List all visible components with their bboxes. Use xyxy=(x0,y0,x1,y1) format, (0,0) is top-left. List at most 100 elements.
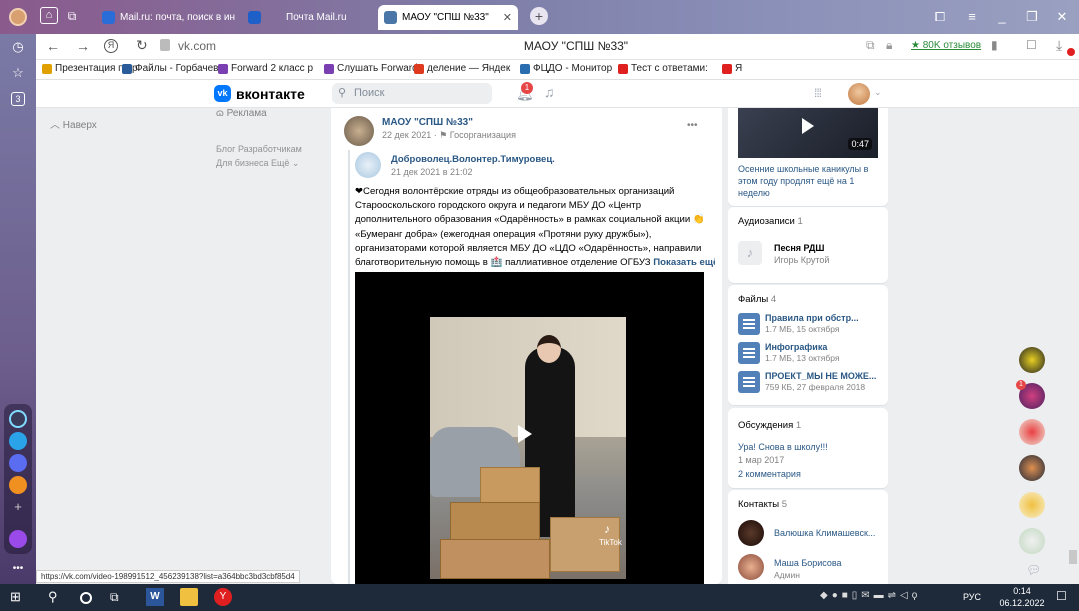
chat-bubble[interactable] xyxy=(1019,492,1045,518)
cortana-icon[interactable] xyxy=(80,592,92,604)
file-item[interactable]: Инфографика 1.7 МБ, 13 октября xyxy=(738,342,883,366)
clock-time[interactable]: 0:14 xyxy=(1000,586,1044,596)
tab-label: МАОУ "СПШ №33" xyxy=(402,12,489,23)
url-field[interactable]: vk.com xyxy=(178,39,216,53)
show-more-link[interactable]: Показать ещё xyxy=(653,257,715,268)
windows-start-icon[interactable]: ⊞ xyxy=(10,588,28,606)
clock-date[interactable]: 06.12.2022 xyxy=(994,598,1050,608)
repost-avatar[interactable] xyxy=(355,152,381,178)
contact-avatar xyxy=(738,554,764,580)
page-scrollbar[interactable] xyxy=(1069,550,1077,564)
bookmark-item[interactable]: Я xyxy=(722,63,742,74)
download-icon[interactable]: ⤓ xyxy=(1056,37,1062,54)
play-icon[interactable] xyxy=(518,425,532,443)
post-author[interactable]: МАОУ "СПШ №33" xyxy=(382,117,473,128)
protect-icon[interactable]: 🔒︎ xyxy=(886,38,892,53)
chat-bubble[interactable] xyxy=(1019,347,1045,373)
tabs-icon[interactable]: ⧉ xyxy=(62,7,82,25)
back-icon[interactable]: ← xyxy=(46,38,60,54)
video-play-icon[interactable] xyxy=(802,118,814,134)
ok-icon[interactable] xyxy=(9,476,27,494)
bookmark-item[interactable]: Тест с ответами: xyxy=(618,63,708,74)
search-input[interactable]: ⚲ Поиск xyxy=(332,83,492,104)
footer-links-1[interactable]: Блог Разработчикам xyxy=(216,144,302,154)
post-date[interactable]: 22 дек 2021 · ⚑ Госорганизация xyxy=(382,130,516,141)
post-menu-icon[interactable]: ••• xyxy=(687,120,698,131)
audio-header[interactable]: Аудиозаписи 1 xyxy=(738,216,803,227)
repost-author[interactable]: Доброволец.Волонтер.Тимуровец. xyxy=(391,154,555,165)
search-icon[interactable]: ⚲ xyxy=(48,588,66,606)
footer-links-2[interactable]: Для бизнеса Ещё ⌄ xyxy=(216,158,299,169)
forward-icon[interactable]: → xyxy=(76,38,90,54)
discussions-header[interactable]: Обсуждения 1 xyxy=(738,420,801,431)
history-icon[interactable]: ◷ xyxy=(8,38,28,56)
share-icon[interactable]: ⧉ xyxy=(866,38,875,53)
yandex-browser-icon[interactable]: Y xyxy=(214,588,232,606)
audio-track[interactable]: ♪ Песня РДШ Игорь Крутой xyxy=(738,241,878,271)
user-avatar[interactable] xyxy=(848,83,870,105)
file-meta: 1.7 МБ, 15 октября xyxy=(765,324,840,334)
group-avatar[interactable] xyxy=(344,116,374,146)
collections-icon[interactable]: ⧠ xyxy=(930,8,950,26)
restore-icon[interactable]: ❐ xyxy=(1022,8,1042,26)
bookmark-item[interactable]: ФЦДО - Монитор xyxy=(520,63,612,74)
language-indicator[interactable]: РУС xyxy=(963,592,981,602)
tab-maou[interactable]: МАОУ "СПШ №33" ✕ xyxy=(378,5,518,30)
yandex-icon[interactable]: Я xyxy=(104,39,118,53)
files-header[interactable]: Файлы 4 xyxy=(738,294,776,305)
tab-mailru-mail[interactable]: Почта Mail.ru xyxy=(244,5,374,30)
alice-icon[interactable] xyxy=(9,410,27,428)
post-video[interactable]: ♪ TikTok xyxy=(355,272,704,584)
video-caption[interactable]: Осенние школьные каникулы в этом году пр… xyxy=(738,163,878,199)
video-thumbnail[interactable]: 0:47 xyxy=(738,108,878,158)
notification-center-icon[interactable]: ☐ xyxy=(1056,589,1067,603)
mailru-icon xyxy=(102,11,115,24)
chevron-down-icon[interactable]: ⌄ xyxy=(874,87,882,98)
chat-bubble[interactable] xyxy=(1019,419,1045,445)
alice-voice-icon[interactable] xyxy=(9,530,27,548)
more-icon[interactable]: ••• xyxy=(8,560,28,578)
back-to-top[interactable]: ︿ Наверх xyxy=(50,116,97,131)
discussion-topic[interactable]: Ура! Снова в школу!!! xyxy=(738,442,828,452)
comments-icon[interactable]: ☐ xyxy=(1026,38,1037,52)
task-view-icon[interactable]: ⧉ xyxy=(110,588,128,606)
chat-unread-badge: 1 xyxy=(1016,380,1026,390)
bookmark-item[interactable]: Файлы - Горбачев xyxy=(122,63,218,74)
word-icon[interactable]: W xyxy=(146,588,164,606)
telegram-icon[interactable] xyxy=(9,432,27,450)
tab-close-icon[interactable]: ✕ xyxy=(503,11,512,24)
bookmark-item[interactable]: Forward 2 класс р xyxy=(218,63,313,74)
close-window-icon[interactable]: ✕ xyxy=(1052,8,1072,26)
home-icon[interactable]: ⌂ xyxy=(40,7,58,24)
file-item[interactable]: Правила при обстр... 1.7 МБ, 15 октября xyxy=(738,313,883,337)
add-panel-icon[interactable]: + xyxy=(8,498,28,516)
tray-icons[interactable]: ◆●■▯✉▬⇌◁ϙ xyxy=(820,590,921,601)
contact-item[interactable]: Маша Борисова Админ xyxy=(738,554,883,582)
minimize-icon[interactable]: _ xyxy=(992,8,1012,26)
file-explorer-icon[interactable] xyxy=(180,588,198,606)
discussion-comments[interactable]: 2 комментария xyxy=(738,469,801,479)
contacts-header[interactable]: Контакты 5 xyxy=(738,499,787,510)
bookmark-item[interactable]: Слушать Forward xyxy=(324,63,418,74)
bookmark-item[interactable]: деление — Яндек xyxy=(414,63,510,74)
tab-mailru-search[interactable]: Mail.ru: почта, поиск в ин xyxy=(96,5,246,30)
file-item[interactable]: ПРОЕКТ_МЫ НЕ МОЖЕ... 759 КБ, 27 февраля … xyxy=(738,371,883,395)
messenger-icon[interactable] xyxy=(9,454,27,472)
ads-link[interactable]: ɷ Реклама xyxy=(216,108,267,119)
reviews-link[interactable]: ★ 80K отзывов xyxy=(911,40,981,51)
bookmark-icon[interactable]: ▮ xyxy=(991,38,998,52)
new-tab-button[interactable]: + xyxy=(530,7,548,25)
chat-bubble[interactable] xyxy=(1019,455,1045,481)
repost-date[interactable]: 21 дек 2021 в 21:02 xyxy=(391,167,473,177)
chat-icon[interactable]: 💬︎ xyxy=(1026,563,1041,577)
tab-count-badge[interactable]: 3 xyxy=(11,92,25,106)
contact-item[interactable]: Валюшка Климашевск... xyxy=(738,520,883,548)
reload-icon[interactable]: ↻ xyxy=(136,37,148,54)
vk-logo[interactable]: vk вконтакте xyxy=(214,85,305,102)
bookmark-star-icon[interactable]: ☆ xyxy=(8,64,28,82)
menu-icon[interactable]: ≡ xyxy=(962,8,982,26)
music-icon[interactable]: ♫ xyxy=(544,84,555,100)
chat-bubble[interactable] xyxy=(1019,528,1045,554)
profile-avatar[interactable] xyxy=(9,8,27,26)
apps-grid-icon[interactable]: ⁞⁞⁞ xyxy=(814,86,822,100)
